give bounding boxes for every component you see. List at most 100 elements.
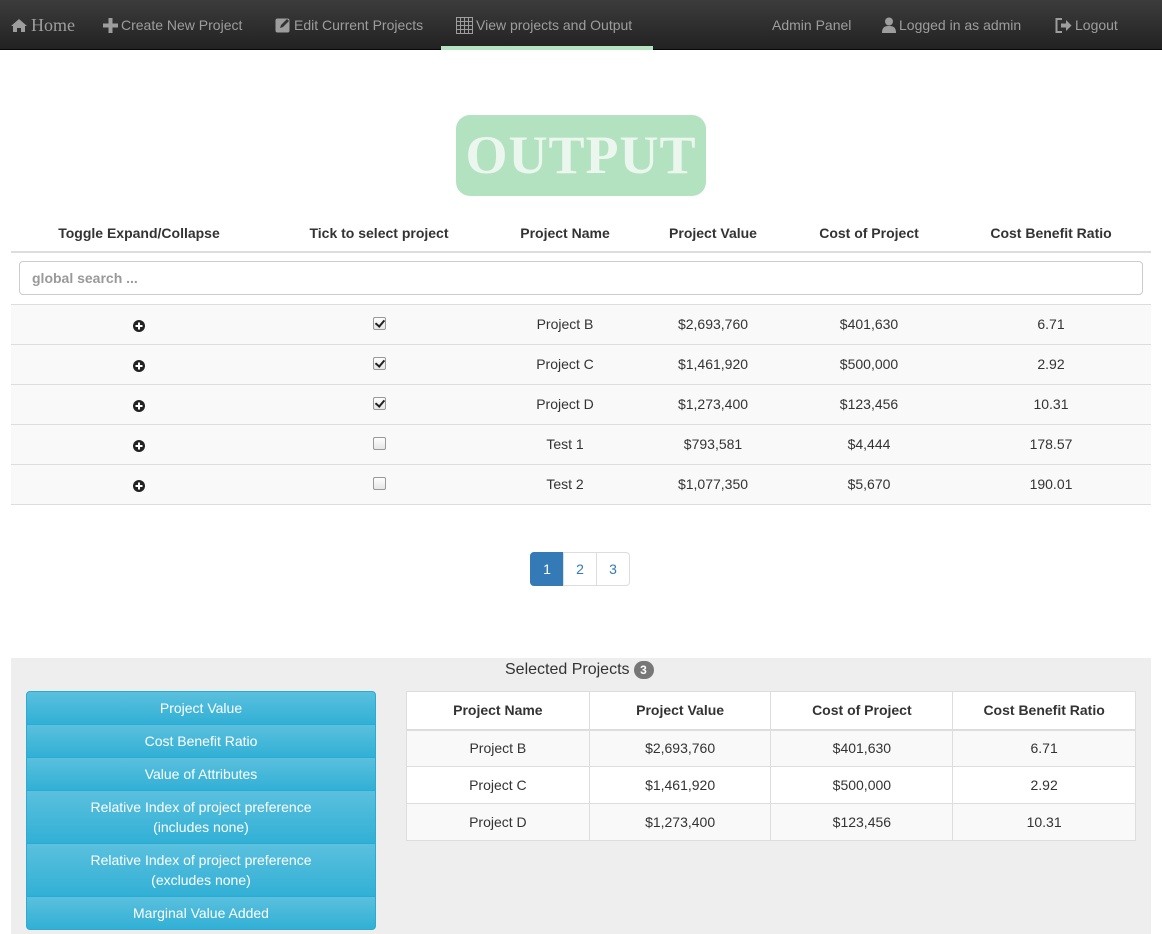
sel-cell-project-name: Project C [406, 766, 590, 804]
sel-cell-cost: $123,456 [770, 803, 954, 841]
cell-project-name: Project D [491, 384, 639, 425]
plus-circle-icon[interactable] [133, 359, 145, 373]
sel-cell-cost: $500,000 [770, 766, 954, 804]
cell-project-name: Project B [491, 304, 639, 345]
plus-circle-icon[interactable] [133, 399, 145, 413]
cell-project-value: $793,581 [639, 424, 787, 465]
page-2-button[interactable]: 2 [563, 552, 597, 586]
edit-icon [275, 17, 291, 33]
selected-table-container: Project Name Project Value Cost of Proje… [406, 691, 1136, 841]
nav-home-label: Home [31, 15, 75, 35]
selected-projects-heading: Selected Projects 3 [505, 661, 654, 679]
nav-logout-label: Logout [1075, 17, 1118, 33]
cell-project-value: $2,693,760 [639, 304, 787, 345]
select-checkbox[interactable] [372, 396, 386, 410]
projects-table-container: Toggle Expand/Collapse Tick to select pr… [11, 215, 1151, 505]
sel-header-project-value: Project Value [588, 691, 772, 731]
plus-icon [103, 17, 118, 33]
nav-admin-label: Admin Panel [772, 17, 852, 33]
cell-project-name: Project C [491, 344, 639, 385]
nav-view-output[interactable]: View projects and Output [456, 0, 632, 50]
cell-ratio: 6.71 [951, 304, 1151, 345]
table-row: Test 1 $793,581 $4,444 178.57 [11, 424, 1151, 465]
cell-ratio: 2.92 [951, 344, 1151, 385]
table-row: Test 2 $1,077,350 $5,670 190.01 [11, 464, 1151, 505]
projects-table: Toggle Expand/Collapse Tick to select pr… [11, 215, 1151, 505]
sel-cell-ratio: 6.71 [952, 729, 1136, 767]
select-checkbox[interactable] [372, 356, 386, 370]
home-icon [10, 18, 28, 33]
logout-icon [1055, 17, 1072, 33]
relative-index-excludes-none-button[interactable]: Relative Index of project preference (ex… [26, 843, 376, 897]
table-icon [456, 16, 473, 34]
selected-table-row: Project B $2,693,760 $401,630 6.71 [406, 729, 1136, 767]
selected-projects-table: Project Name Project Value Cost of Proje… [406, 691, 1136, 841]
page-3-button[interactable]: 3 [596, 552, 630, 586]
sel-cell-project-name: Project D [406, 803, 590, 841]
sel-cell-project-value: $1,273,400 [588, 803, 772, 841]
header-ratio[interactable]: Cost Benefit Ratio [951, 215, 1151, 253]
sel-header-cost: Cost of Project [770, 691, 954, 731]
cell-ratio: 10.31 [951, 384, 1151, 425]
header-project-name[interactable]: Project Name [491, 215, 639, 253]
cost-benefit-ratio-button[interactable]: Cost Benefit Ratio [26, 724, 376, 758]
select-checkbox[interactable] [372, 436, 386, 450]
output-title: OUTPUT [456, 115, 706, 196]
cell-project-value: $1,273,400 [639, 384, 787, 425]
selected-projects-title: Selected Projects [505, 661, 630, 678]
cell-cost: $500,000 [787, 344, 951, 385]
cell-ratio: 190.01 [951, 464, 1151, 505]
nav-logout[interactable]: Logout [1055, 0, 1118, 50]
sel-cell-project-name: Project B [406, 729, 590, 767]
selected-table-row: Project C $1,461,920 $500,000 2.92 [406, 766, 1136, 804]
sel-cell-project-value: $2,693,760 [588, 729, 772, 767]
global-search-input[interactable]: global search ... [19, 261, 1143, 296]
nav-edit-projects[interactable]: Edit Current Projects [275, 0, 423, 50]
header-toggle[interactable]: Toggle Expand/Collapse [11, 215, 267, 253]
search-placeholder: global search ... [32, 270, 138, 287]
nav-home-link[interactable]: Home [10, 0, 75, 50]
table-row: Project C $1,461,920 $500,000 2.92 [11, 344, 1151, 385]
nav-admin-panel[interactable]: Admin Panel [772, 0, 851, 50]
header-project-value[interactable]: Project Value [639, 215, 787, 253]
header-select[interactable]: Tick to select project [267, 215, 491, 253]
page-1-button[interactable]: 1 [530, 552, 564, 586]
cell-project-value: $1,077,350 [639, 464, 787, 505]
nav-user[interactable]: Logged in as admin [882, 0, 1021, 50]
nav-user-label: Logged in as admin [899, 17, 1022, 33]
nav-create-label: Create New Project [121, 17, 243, 33]
cell-project-name: Test 2 [491, 464, 639, 505]
cell-ratio: 178.57 [951, 424, 1151, 465]
plus-circle-icon[interactable] [133, 479, 145, 493]
nav-view-label: View projects and Output [476, 17, 633, 33]
table-row: Project D $1,273,400 $123,456 10.31 [11, 384, 1151, 425]
marginal-value-added-button[interactable]: Marginal Value Added [26, 896, 376, 930]
cell-project-name: Test 1 [491, 424, 639, 465]
active-tab-indicator [441, 46, 653, 50]
pagination: 1 2 3 [530, 552, 630, 586]
project-value-button[interactable]: Project Value [26, 691, 376, 725]
sel-cell-ratio: 2.92 [952, 766, 1136, 804]
user-icon [882, 17, 896, 33]
select-checkbox[interactable] [372, 476, 386, 490]
sel-header-ratio: Cost Benefit Ratio [952, 691, 1136, 731]
nav-create-project[interactable]: Create New Project [103, 0, 242, 50]
selected-count-badge: 3 [633, 661, 654, 679]
select-checkbox[interactable] [372, 316, 386, 330]
chart-button-group: Project Value Cost Benefit Ratio Value o… [26, 691, 376, 930]
top-navbar: Home Create New Project Edit Current Pro… [0, 0, 1162, 50]
cell-cost: $4,444 [787, 424, 951, 465]
selected-projects-panel: Selected Projects 3 Project Value Cost B… [11, 658, 1151, 934]
plus-circle-icon[interactable] [133, 439, 145, 453]
cell-cost: $123,456 [787, 384, 951, 425]
cell-cost: $401,630 [787, 304, 951, 345]
table-row: Project B $2,693,760 $401,630 6.71 [11, 304, 1151, 345]
value-of-attributes-button[interactable]: Value of Attributes [26, 757, 376, 791]
plus-circle-icon[interactable] [133, 319, 145, 333]
header-cost[interactable]: Cost of Project [787, 215, 951, 253]
selected-table-row: Project D $1,273,400 $123,456 10.31 [406, 803, 1136, 841]
cell-cost: $5,670 [787, 464, 951, 505]
cell-project-value: $1,461,920 [639, 344, 787, 385]
relative-index-includes-none-button[interactable]: Relative Index of project preference (in… [26, 790, 376, 844]
sel-header-project-name: Project Name [406, 691, 590, 731]
